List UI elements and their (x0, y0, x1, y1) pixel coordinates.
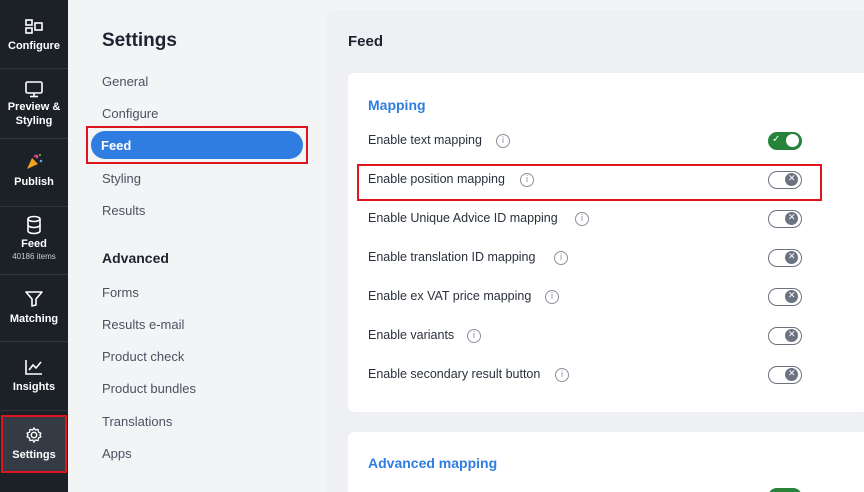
app-rail: Configure Preview & Styling Publish Feed… (0, 0, 68, 492)
mapping-card-title: Mapping (368, 97, 426, 113)
info-icon[interactable]: i (496, 134, 510, 148)
rail-settings[interactable]: Settings (1, 415, 67, 473)
advanced-mapping-card: Advanced mapping (348, 432, 864, 492)
toggle-ex-vat-price[interactable]: ✕ (768, 288, 802, 306)
mapping-card: Mapping Enable text mapping i ✓ Enable p… (348, 73, 864, 412)
close-icon: ✕ (788, 252, 796, 262)
setting-row-text-mapping: Enable text mapping i ✓ (368, 129, 838, 153)
setting-label: Enable ex VAT price mapping (368, 289, 532, 303)
rail-publish-label: Publish (14, 176, 54, 188)
setting-row-ex-vat-price: Enable ex VAT price mapping i ✕ (368, 285, 838, 309)
rail-publish[interactable]: Publish (0, 153, 68, 189)
close-icon: ✕ (788, 369, 796, 379)
nav-item-translations[interactable]: Translations (102, 414, 172, 429)
monitor-icon (25, 81, 43, 98)
nav-item-apps[interactable]: Apps (102, 446, 132, 461)
rail-feed[interactable]: Feed 40186 items (0, 215, 68, 261)
rail-divider (0, 206, 68, 207)
rail-divider (0, 341, 68, 342)
advanced-mapping-card-title: Advanced mapping (368, 455, 498, 471)
party-popper-icon (27, 154, 43, 169)
setting-label: Enable text mapping (368, 133, 482, 147)
position-mapping-highlight (357, 164, 822, 201)
info-icon[interactable]: i (555, 368, 569, 382)
funnel-icon (25, 291, 43, 307)
check-icon: ✓ (772, 134, 781, 145)
rail-preview-label-1: Preview & (7, 101, 61, 113)
nav-item-product-check[interactable]: Product check (102, 349, 184, 364)
rail-matching[interactable]: Matching (0, 290, 68, 326)
info-icon[interactable]: i (554, 251, 568, 265)
setting-row-variants: Enable variants i ✕ (368, 324, 838, 348)
nav-item-feed[interactable]: Feed (91, 131, 303, 159)
nav-item-feed-highlight: Feed (86, 126, 308, 164)
close-icon: ✕ (788, 213, 796, 223)
rail-feed-count: 40186 items (12, 252, 56, 261)
close-icon: ✕ (788, 291, 796, 301)
setting-label: Enable variants (368, 328, 455, 342)
toggle-unique-advice-id[interactable]: ✕ (768, 210, 802, 228)
main-panel: Feed Mapping Enable text mapping i ✓ Ena… (326, 10, 864, 492)
setting-label: Enable secondary result button (368, 367, 541, 381)
rail-preview-styling[interactable]: Preview & Styling (0, 80, 68, 128)
toggle-advanced-partial[interactable] (768, 488, 802, 492)
toggle-text-mapping[interactable]: ✓ (768, 132, 802, 150)
rail-divider (0, 410, 68, 411)
rail-insights-label: Insights (12, 381, 56, 393)
rail-preview-label-2: Styling (15, 115, 53, 127)
setting-row-unique-advice-id: Enable Unique Advice ID mapping i ✕ (368, 207, 838, 231)
database-icon (27, 215, 41, 235)
nav-section-advanced: Advanced (102, 250, 169, 266)
rail-configure[interactable]: Configure (0, 18, 68, 53)
rail-configure-label: Configure (8, 40, 60, 52)
info-icon[interactable]: i (467, 329, 481, 343)
nav-item-configure[interactable]: Configure (102, 106, 158, 121)
info-icon[interactable]: i (575, 212, 589, 226)
toggle-secondary-result-button[interactable]: ✕ (768, 366, 802, 384)
settings-nav: Settings General Configure Feed Styling … (68, 0, 326, 492)
rail-divider (0, 68, 68, 69)
nav-item-styling[interactable]: Styling (102, 171, 141, 186)
line-chart-icon (25, 360, 42, 375)
setting-label: Enable translation ID mapping (368, 250, 536, 264)
toggle-variants[interactable]: ✕ (768, 327, 802, 345)
configure-icon (25, 19, 43, 34)
nav-item-results[interactable]: Results (102, 203, 145, 218)
page-title: Feed (348, 33, 384, 50)
info-icon[interactable]: i (545, 290, 559, 304)
close-icon: ✕ (788, 330, 796, 340)
setting-row-translation-id: Enable translation ID mapping i ✕ (368, 246, 838, 270)
nav-item-results-email[interactable]: Results e-mail (102, 317, 184, 332)
setting-row-secondary-result-button: Enable secondary result button i ✕ (368, 363, 838, 387)
rail-feed-label: Feed (21, 238, 47, 250)
nav-item-forms[interactable]: Forms (102, 285, 139, 300)
rail-divider (0, 138, 68, 139)
gear-icon (26, 427, 42, 443)
nav-item-general[interactable]: General (102, 74, 148, 89)
rail-insights[interactable]: Insights (0, 358, 68, 394)
nav-item-product-bundles[interactable]: Product bundles (102, 381, 196, 396)
toggle-knob (786, 134, 799, 147)
rail-settings-label: Settings (12, 449, 56, 461)
setting-label: Enable Unique Advice ID mapping (368, 211, 558, 225)
settings-nav-title: Settings (102, 30, 177, 51)
toggle-translation-id[interactable]: ✕ (768, 249, 802, 267)
rail-matching-label: Matching (9, 313, 59, 325)
rail-divider (0, 274, 68, 275)
